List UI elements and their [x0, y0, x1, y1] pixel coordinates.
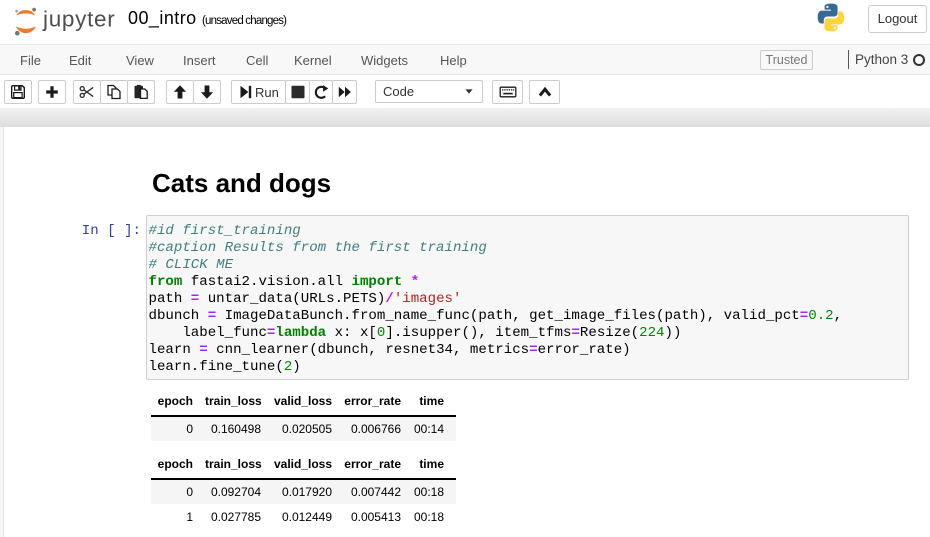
svg-text:jupyter: jupyter	[42, 7, 115, 32]
